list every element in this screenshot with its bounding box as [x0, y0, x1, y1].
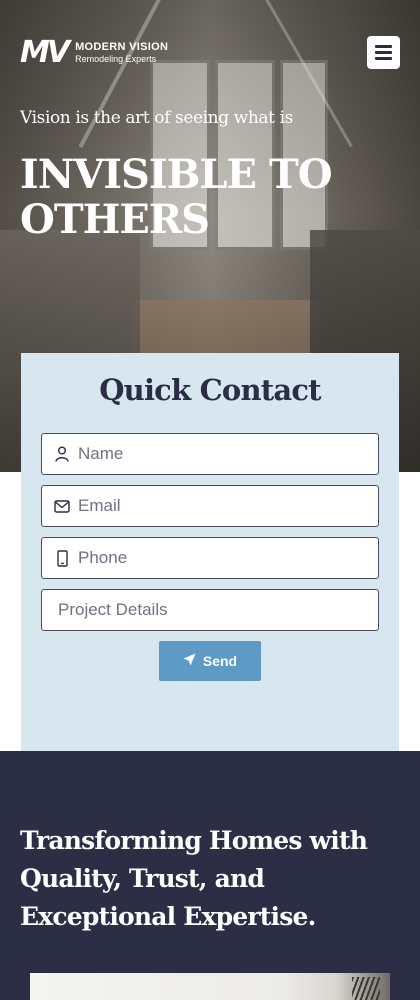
hero-headline: INVISIBLE TO OTHERS	[20, 151, 333, 243]
user-icon	[54, 446, 70, 462]
phone-icon	[54, 549, 70, 567]
email-field[interactable]: Email	[41, 485, 379, 527]
name-field[interactable]: Name	[41, 433, 379, 475]
brand-logo[interactable]: MV MODERN VISION Remodeling Experts	[20, 38, 168, 68]
menu-button[interactable]	[367, 36, 400, 69]
quick-contact-form: Quick Contact Name Email Phone Project D…	[21, 353, 399, 751]
send-label: Send	[202, 653, 238, 669]
mail-icon	[54, 498, 70, 514]
phone-placeholder: Phone	[78, 548, 128, 567]
about-image	[30, 973, 390, 1000]
hero-tagline: Vision is the art of seeing what is	[20, 108, 293, 128]
phone-field[interactable]: Phone	[41, 537, 379, 579]
send-button[interactable]: Send	[159, 641, 261, 681]
project-details-placeholder: Project Details	[58, 600, 168, 619]
brand-subtitle: Remodeling Experts	[75, 54, 157, 64]
send-icon	[183, 653, 196, 669]
logo-mark: MV	[20, 35, 70, 70]
email-placeholder: Email	[78, 496, 121, 515]
contact-title: Quick Contact	[99, 373, 321, 407]
project-details-field[interactable]: Project Details	[41, 589, 379, 631]
about-section: Transforming Homes with Quality, Trust, …	[0, 751, 420, 1000]
menu-icon	[375, 45, 392, 48]
logo-text: MODERN VISION Remodeling Experts	[75, 41, 168, 65]
brand-name: MODERN VISION	[75, 41, 169, 53]
name-placeholder: Name	[78, 444, 124, 463]
about-heading: Transforming Homes with Quality, Trust, …	[20, 826, 368, 931]
